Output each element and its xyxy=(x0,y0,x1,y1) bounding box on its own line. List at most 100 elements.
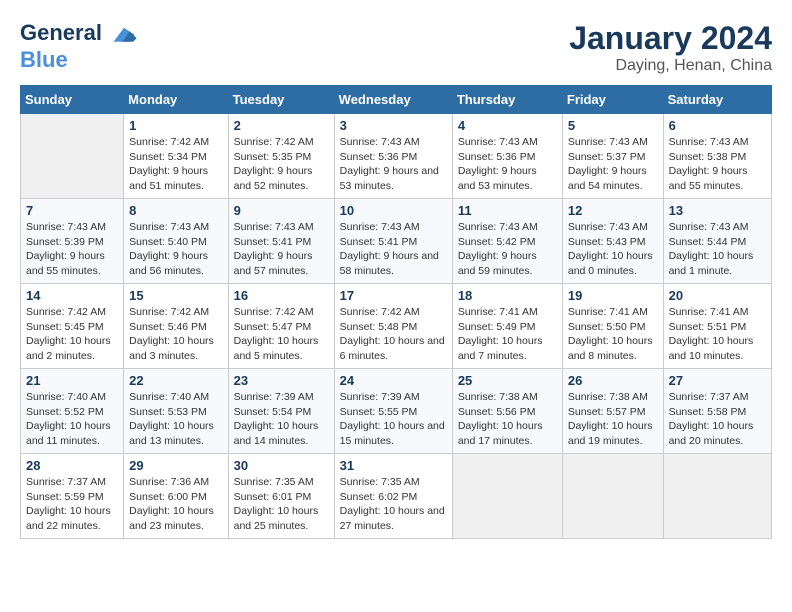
day-info: Sunrise: 7:38 AMSunset: 5:56 PMDaylight:… xyxy=(458,390,557,449)
day-number: 4 xyxy=(458,118,557,133)
day-info: Sunrise: 7:40 AMSunset: 5:52 PMDaylight:… xyxy=(26,390,118,449)
day-info: Sunrise: 7:42 AMSunset: 5:45 PMDaylight:… xyxy=(26,305,118,364)
day-info: Sunrise: 7:43 AMSunset: 5:42 PMDaylight:… xyxy=(458,220,557,279)
calendar-cell: 23 Sunrise: 7:39 AMSunset: 5:54 PMDayligh… xyxy=(228,369,334,454)
day-number: 28 xyxy=(26,458,118,473)
day-info: Sunrise: 7:43 AMSunset: 5:39 PMDaylight:… xyxy=(26,220,118,279)
calendar-cell: 3 Sunrise: 7:43 AMSunset: 5:36 PMDaylight… xyxy=(334,114,452,199)
week-row-3: 14 Sunrise: 7:42 AMSunset: 5:45 PMDayligh… xyxy=(21,284,772,369)
calendar-cell: 13Sunrise: 7:43 AMSunset: 5:44 PMDayligh… xyxy=(663,199,771,284)
weekday-header-friday: Friday xyxy=(562,86,663,114)
calendar-cell: 7 Sunrise: 7:43 AMSunset: 5:39 PMDaylight… xyxy=(21,199,124,284)
month-title: January 2024 xyxy=(569,20,772,57)
day-info: Sunrise: 7:43 AMSunset: 5:36 PMDaylight:… xyxy=(340,135,447,194)
calendar-cell: 19 Sunrise: 7:41 AMSunset: 5:50 PMDayligh… xyxy=(562,284,663,369)
calendar-cell: 2 Sunrise: 7:42 AMSunset: 5:35 PMDaylight… xyxy=(228,114,334,199)
calendar-cell: 11Sunrise: 7:43 AMSunset: 5:42 PMDayligh… xyxy=(452,199,562,284)
calendar-cell: 27 Sunrise: 7:37 AMSunset: 5:58 PMDayligh… xyxy=(663,369,771,454)
calendar-cell: 24 Sunrise: 7:39 AMSunset: 5:55 PMDayligh… xyxy=(334,369,452,454)
title-block: January 2024 Daying, Henan, China xyxy=(569,20,772,75)
calendar-cell: 5Sunrise: 7:43 AMSunset: 5:37 PMDaylight… xyxy=(562,114,663,199)
day-info: Sunrise: 7:41 AMSunset: 5:51 PMDaylight:… xyxy=(669,305,766,364)
day-number: 24 xyxy=(340,373,447,388)
weekday-header-tuesday: Tuesday xyxy=(228,86,334,114)
calendar-cell: 22 Sunrise: 7:40 AMSunset: 5:53 PMDayligh… xyxy=(124,369,228,454)
header: General Blue January 2024 Daying, Henan,… xyxy=(20,20,772,75)
weekday-header-saturday: Saturday xyxy=(663,86,771,114)
calendar-cell: 26Sunrise: 7:38 AMSunset: 5:57 PMDayligh… xyxy=(562,369,663,454)
day-info: Sunrise: 7:35 AMSunset: 6:01 PMDaylight:… xyxy=(234,475,329,534)
calendar-cell xyxy=(452,454,562,539)
location-subtitle: Daying, Henan, China xyxy=(569,57,772,75)
weekday-header-row: SundayMondayTuesdayWednesdayThursdayFrid… xyxy=(21,86,772,114)
calendar-cell: 12 Sunrise: 7:43 AMSunset: 5:43 PMDayligh… xyxy=(562,199,663,284)
calendar-cell: 9 Sunrise: 7:43 AMSunset: 5:41 PMDaylight… xyxy=(228,199,334,284)
calendar-cell: 20 Sunrise: 7:41 AMSunset: 5:51 PMDayligh… xyxy=(663,284,771,369)
calendar-cell: 28 Sunrise: 7:37 AMSunset: 5:59 PMDayligh… xyxy=(21,454,124,539)
day-number: 3 xyxy=(340,118,447,133)
day-number: 17 xyxy=(340,288,447,303)
day-info: Sunrise: 7:39 AMSunset: 5:55 PMDaylight:… xyxy=(340,390,447,449)
day-number: 2 xyxy=(234,118,329,133)
day-number: 5 xyxy=(568,118,658,133)
day-number: 9 xyxy=(234,203,329,218)
calendar-cell: 15 Sunrise: 7:42 AMSunset: 5:46 PMDayligh… xyxy=(124,284,228,369)
calendar-cell: 17Sunrise: 7:42 AMSunset: 5:48 PMDayligh… xyxy=(334,284,452,369)
day-number: 12 xyxy=(568,203,658,218)
day-info: Sunrise: 7:41 AMSunset: 5:50 PMDaylight:… xyxy=(568,305,658,364)
day-number: 20 xyxy=(669,288,766,303)
weekday-header-thursday: Thursday xyxy=(452,86,562,114)
weekday-header-wednesday: Wednesday xyxy=(334,86,452,114)
day-info: Sunrise: 7:43 AMSunset: 5:41 PMDaylight:… xyxy=(234,220,329,279)
day-number: 21 xyxy=(26,373,118,388)
week-row-2: 7 Sunrise: 7:43 AMSunset: 5:39 PMDaylight… xyxy=(21,199,772,284)
day-number: 16 xyxy=(234,288,329,303)
day-number: 8 xyxy=(129,203,222,218)
calendar-cell: 8 Sunrise: 7:43 AMSunset: 5:40 PMDaylight… xyxy=(124,199,228,284)
day-info: Sunrise: 7:43 AMSunset: 5:43 PMDaylight:… xyxy=(568,220,658,279)
day-number: 27 xyxy=(669,373,766,388)
calendar-cell: 21 Sunrise: 7:40 AMSunset: 5:52 PMDayligh… xyxy=(21,369,124,454)
day-number: 22 xyxy=(129,373,222,388)
day-info: Sunrise: 7:36 AMSunset: 6:00 PMDaylight:… xyxy=(129,475,222,534)
week-row-5: 28 Sunrise: 7:37 AMSunset: 5:59 PMDayligh… xyxy=(21,454,772,539)
day-number: 29 xyxy=(129,458,222,473)
day-number: 25 xyxy=(458,373,557,388)
day-number: 10 xyxy=(340,203,447,218)
day-number: 19 xyxy=(568,288,658,303)
day-number: 23 xyxy=(234,373,329,388)
day-info: Sunrise: 7:39 AMSunset: 5:54 PMDaylight:… xyxy=(234,390,329,449)
day-info: Sunrise: 7:42 AMSunset: 5:35 PMDaylight:… xyxy=(234,135,329,194)
day-number: 7 xyxy=(26,203,118,218)
day-info: Sunrise: 7:37 AMSunset: 5:58 PMDaylight:… xyxy=(669,390,766,449)
day-info: Sunrise: 7:41 AMSunset: 5:49 PMDaylight:… xyxy=(458,305,557,364)
calendar-cell xyxy=(663,454,771,539)
weekday-header-sunday: Sunday xyxy=(21,86,124,114)
day-number: 15 xyxy=(129,288,222,303)
day-number: 30 xyxy=(234,458,329,473)
day-info: Sunrise: 7:38 AMSunset: 5:57 PMDaylight:… xyxy=(568,390,658,449)
weekday-header-monday: Monday xyxy=(124,86,228,114)
logo-line1: General xyxy=(20,20,138,48)
day-number: 14 xyxy=(26,288,118,303)
calendar-cell xyxy=(21,114,124,199)
day-info: Sunrise: 7:42 AMSunset: 5:34 PMDaylight:… xyxy=(129,135,222,194)
week-row-1: 1Sunrise: 7:42 AMSunset: 5:34 PMDaylight… xyxy=(21,114,772,199)
logo: General Blue xyxy=(20,20,138,72)
calendar-cell: 14 Sunrise: 7:42 AMSunset: 5:45 PMDayligh… xyxy=(21,284,124,369)
day-number: 31 xyxy=(340,458,447,473)
logo-line2: Blue xyxy=(20,48,138,72)
calendar-cell: 30 Sunrise: 7:35 AMSunset: 6:01 PMDayligh… xyxy=(228,454,334,539)
day-number: 6 xyxy=(669,118,766,133)
day-info: Sunrise: 7:40 AMSunset: 5:53 PMDaylight:… xyxy=(129,390,222,449)
day-info: Sunrise: 7:37 AMSunset: 5:59 PMDaylight:… xyxy=(26,475,118,534)
day-info: Sunrise: 7:35 AMSunset: 6:02 PMDaylight:… xyxy=(340,475,447,534)
day-info: Sunrise: 7:43 AMSunset: 5:40 PMDaylight:… xyxy=(129,220,222,279)
calendar-cell: 4Sunrise: 7:43 AMSunset: 5:36 PMDaylight… xyxy=(452,114,562,199)
calendar-cell: 18Sunrise: 7:41 AMSunset: 5:49 PMDayligh… xyxy=(452,284,562,369)
calendar-cell: 16Sunrise: 7:42 AMSunset: 5:47 PMDayligh… xyxy=(228,284,334,369)
day-info: Sunrise: 7:43 AMSunset: 5:38 PMDaylight:… xyxy=(669,135,766,194)
day-info: Sunrise: 7:42 AMSunset: 5:46 PMDaylight:… xyxy=(129,305,222,364)
calendar-cell xyxy=(562,454,663,539)
calendar-table: SundayMondayTuesdayWednesdayThursdayFrid… xyxy=(20,85,772,539)
